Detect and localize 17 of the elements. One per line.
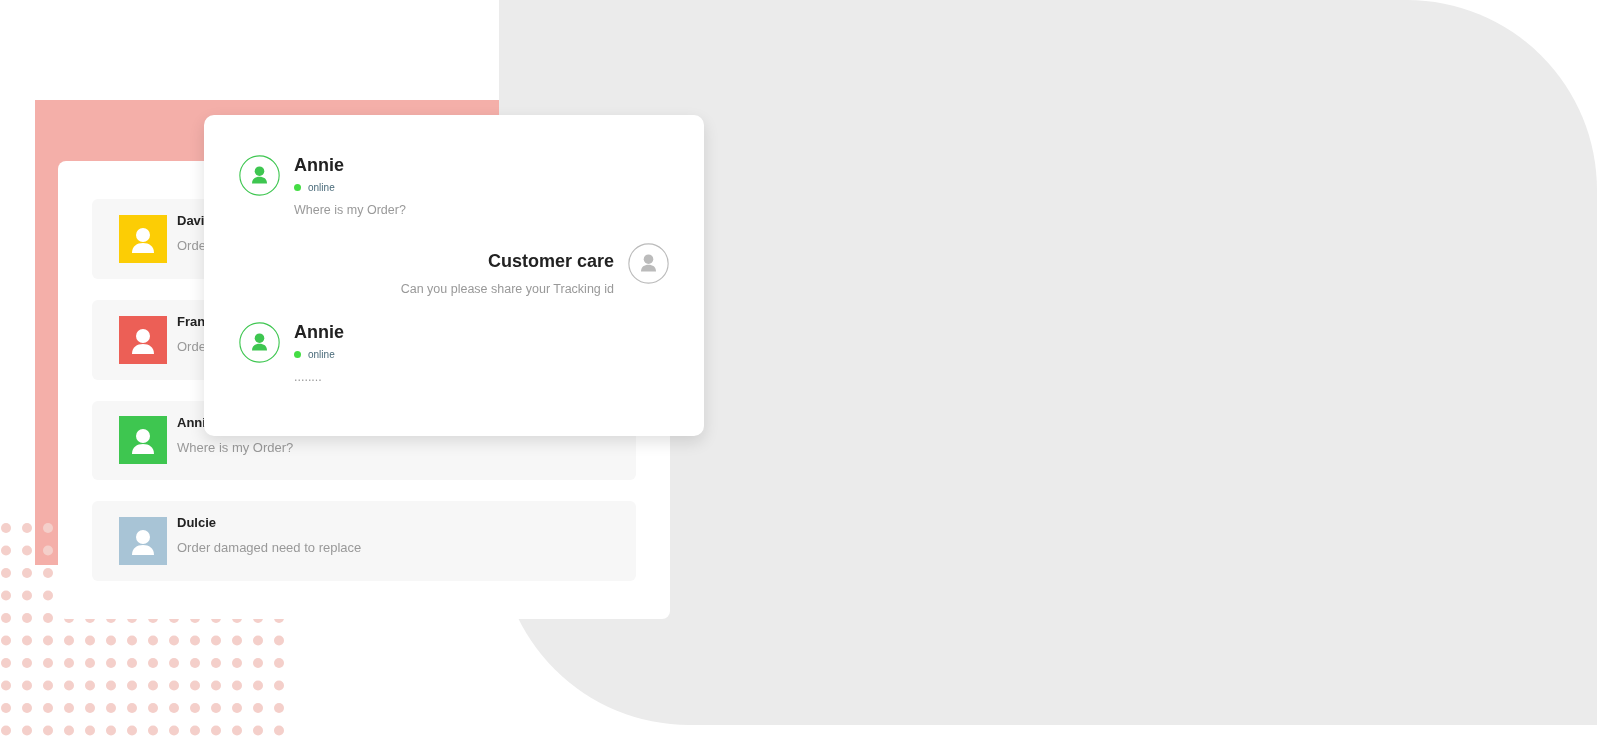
message-text: ........ (294, 370, 322, 384)
message-preview: Order damaged need to replace (177, 540, 362, 556)
sender-name: Annie (294, 322, 344, 343)
avatar-icon (239, 155, 280, 196)
contact-name: Davi (177, 213, 206, 228)
avatar-icon (239, 322, 280, 363)
conversation-item[interactable]: Dulcie Order damaged need to replace (92, 501, 636, 581)
message-text: Where is my Order? (294, 203, 406, 217)
sender-name: Customer care (487, 251, 614, 272)
sender-name: Annie (294, 155, 344, 176)
avatar-icon (628, 243, 669, 284)
message-text: Can you please share your Tracking id (400, 282, 614, 296)
message-preview: Where is my Order? (177, 439, 294, 455)
contact-name: Fran (177, 313, 206, 329)
contact-name: Dulcie (177, 515, 217, 531)
status-label: online (308, 349, 335, 360)
status-label: online (308, 182, 335, 193)
